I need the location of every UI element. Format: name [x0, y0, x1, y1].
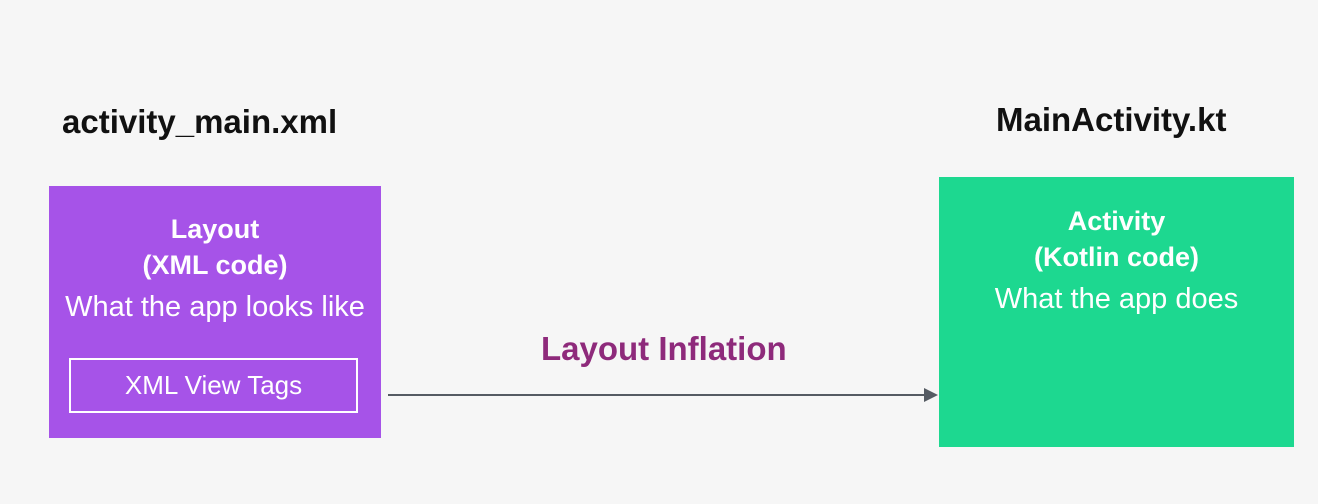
layout-box-title: Layout	[170, 214, 260, 244]
arrow-head-icon	[924, 388, 938, 402]
activity-box: Activity (Kotlin code) What the app does	[939, 177, 1294, 447]
activity-box-title: Activity	[1067, 206, 1166, 236]
activity-box-subtitle: (Kotlin code)	[1034, 242, 1199, 272]
layout-file-name: activity_main.xml	[62, 103, 338, 140]
activity-file-name: MainActivity.kt	[996, 101, 1227, 138]
inflation-arrow	[388, 388, 938, 402]
layout-box-description: What the app looks like	[65, 291, 365, 323]
xml-view-tags-box: XML View Tags	[69, 358, 358, 413]
layout-box-subtitle: (XML code)	[142, 250, 288, 280]
activity-box-description: What the app does	[994, 283, 1239, 315]
layout-box: Layout (XML code) What the app looks lik…	[49, 186, 381, 438]
layout-inflation-label: Layout Inflation	[541, 330, 787, 367]
